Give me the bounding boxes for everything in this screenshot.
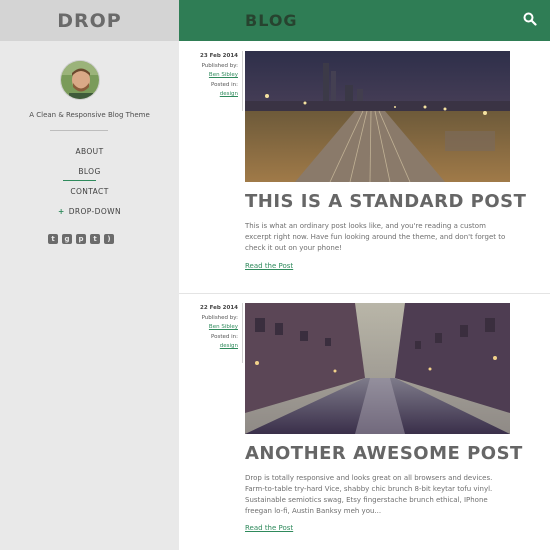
header-bar: BLOG <box>179 0 550 41</box>
avatar <box>60 60 100 100</box>
category-link[interactable]: design <box>179 90 238 100</box>
meta-divider <box>242 303 243 363</box>
post-excerpt: This is what an ordinary post looks like… <box>245 222 506 252</box>
post-title[interactable]: THIS IS A STANDARD POST <box>245 191 526 212</box>
nav-item-label: ABOUT <box>75 147 104 156</box>
author-link[interactable]: Ben Sibley <box>179 323 238 333</box>
nav-item-blog[interactable]: BLOG <box>0 166 179 186</box>
published-label: Published by: <box>201 314 238 321</box>
read-more-link[interactable]: Read the Post <box>245 262 293 270</box>
nav-item-label: BLOG <box>78 167 101 176</box>
meta-divider <box>242 51 243 111</box>
post-date: 22 Feb 2014 <box>200 305 238 311</box>
nav-item-contact[interactable]: CONTACT <box>0 186 179 206</box>
post-1: 23 Feb 2014 Published by: Ben Sibley Pos… <box>179 49 550 294</box>
author-link[interactable]: Ben Sibley <box>179 71 238 81</box>
posted-label: Posted in: <box>211 81 238 88</box>
post-separator <box>179 293 550 294</box>
pinterest-icon[interactable]: p <box>76 234 86 244</box>
nav-item-about[interactable]: ABOUT <box>0 146 179 166</box>
sidebar: DROP A Clean & Responsive Blog Theme ABO… <box>0 0 179 550</box>
nav-item-drop-down[interactable]: + DROP-DOWN <box>0 206 179 226</box>
active-underline <box>63 180 96 181</box>
post-2: 22 Feb 2014 Published by: Ben Sibley Pos… <box>179 301 550 550</box>
main-nav: ABOUT BLOG CONTACT + DROP-DOWN <box>0 146 179 226</box>
site-logo[interactable]: DROP <box>57 10 121 32</box>
post-date: 23 Feb 2014 <box>200 53 238 59</box>
social-links: t g p t ) <box>48 234 114 244</box>
google-plus-icon[interactable]: g <box>62 234 72 244</box>
search-icon[interactable] <box>523 12 537 26</box>
sidebar-divider <box>50 130 108 131</box>
twitter-icon[interactable]: t <box>48 234 58 244</box>
category-link[interactable]: design <box>179 342 238 352</box>
featured-image[interactable] <box>245 303 510 434</box>
expand-icon[interactable]: + <box>58 207 65 216</box>
featured-image[interactable] <box>245 51 510 182</box>
tumblr-icon[interactable]: t <box>90 234 100 244</box>
posted-label: Posted in: <box>211 333 238 340</box>
post-meta: 23 Feb 2014 Published by: Ben Sibley Pos… <box>179 52 238 100</box>
page-title: BLOG <box>245 11 298 30</box>
post-title[interactable]: ANOTHER AWESOME POST <box>245 443 523 464</box>
site-tagline: A Clean & Responsive Blog Theme <box>29 111 150 119</box>
post-meta: 22 Feb 2014 Published by: Ben Sibley Pos… <box>179 304 238 352</box>
read-more-link[interactable]: Read the Post <box>245 524 293 532</box>
rss-icon[interactable]: ) <box>104 234 114 244</box>
published-label: Published by: <box>201 62 238 69</box>
nav-item-label: DROP-DOWN <box>68 207 121 216</box>
post-excerpt: Drop is totally responsive and looks gre… <box>245 474 493 515</box>
logo-bar: DROP <box>0 0 179 41</box>
nav-item-label: CONTACT <box>70 187 109 196</box>
